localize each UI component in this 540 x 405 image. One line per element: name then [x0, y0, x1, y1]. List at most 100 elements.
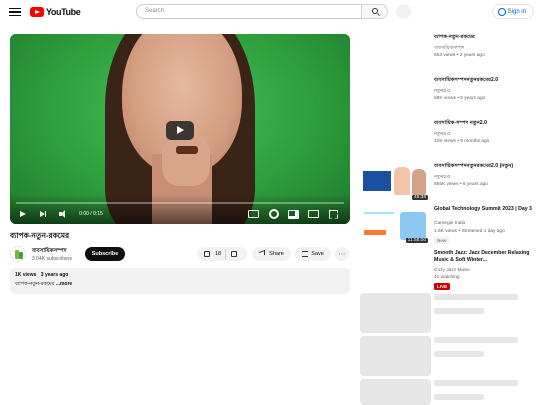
share-button[interactable]: Share — [252, 247, 291, 261]
description-snippet: ব্যাপক-নতুন-রকমের — [15, 281, 55, 287]
recommendation-item[interactable]: ব্যাপক-নতুন-রকমের ব্যবসায়িকসম্পদ 653 vi… — [360, 34, 536, 74]
large-play-button[interactable] — [166, 121, 194, 140]
rec-views: 855K views — [434, 182, 459, 187]
rec-title: Global Technology Summit 2023 | Day 3 — [434, 206, 532, 212]
rec-views: 1.6K views — [434, 229, 458, 234]
rec-channel: নতুন2.0 — [434, 132, 450, 137]
more-actions-button[interactable] — [335, 247, 349, 261]
save-playlist-icon — [302, 251, 308, 257]
upload-age: 3 years ago — [40, 272, 69, 278]
video-frame-chocolate — [176, 146, 198, 154]
miniplayer-icon[interactable] — [288, 208, 299, 220]
time-display: 0:00 / 0:15 — [79, 211, 103, 217]
search-input[interactable]: Search — [136, 4, 362, 19]
rec-meta: 1.6K views • Streamed 1 day ago — [434, 229, 505, 234]
search-button[interactable] — [361, 4, 388, 19]
rec-meta: 855K views • 6 years ago — [434, 182, 488, 187]
thumbs-up-icon[interactable] — [204, 251, 210, 257]
rec-thumbnail-graphic — [400, 212, 426, 240]
thumbs-down-icon[interactable] — [231, 251, 237, 257]
loading-line — [434, 351, 484, 357]
captions-icon[interactable] — [248, 208, 259, 220]
rec-channel: নতুন2.0 — [434, 175, 450, 180]
rec-age: 9 months ago — [460, 139, 490, 144]
progress-bar[interactable] — [16, 202, 344, 204]
rec-meta: 12K views • 9 months ago — [434, 139, 490, 144]
recommendation-item[interactable]: 11:58:00 Global Technology Summit 2023 |… — [360, 206, 536, 246]
recommendation-item[interactable]: ব্যবসায়িকসম্পদনতুনরকমের2.0 নতুন2.0 68K … — [360, 77, 536, 117]
settings-gear-icon[interactable] — [268, 208, 279, 220]
rec-thumbnail-graphic — [364, 222, 390, 224]
rec-thumbnail-graphic — [363, 171, 391, 191]
rec-views: 12K views — [434, 139, 456, 144]
volume-icon[interactable] — [56, 208, 68, 220]
sign-in-button[interactable]: Sign in — [492, 4, 534, 19]
rec-channel: নতুন2.0 — [434, 89, 450, 94]
like-dislike-button[interactable]: 18 — [197, 247, 247, 261]
rec-thumbnail[interactable]: 11:58:00 — [360, 206, 431, 246]
rec-thumbnail-person — [412, 169, 426, 195]
next-icon[interactable] — [38, 208, 48, 220]
rec-thumbnail-graphic — [364, 217, 388, 219]
rec-views: 68K views — [434, 96, 456, 101]
menu-icon[interactable] — [9, 6, 21, 18]
share-label: Share — [269, 251, 284, 257]
save-label: Save — [311, 251, 324, 257]
channel-avatar[interactable] — [10, 246, 26, 262]
play-icon[interactable] — [18, 208, 28, 220]
rec-channel: Cozy Jazz Music — [434, 268, 470, 273]
rec-meta: 68K views • 5 years ago — [434, 96, 486, 101]
video-frame-hand — [162, 134, 210, 186]
rec-channel: ব্যবসায়িকসম্পদ — [434, 46, 465, 51]
duration-badge: 11:58:00 — [405, 238, 428, 243]
fullscreen-icon[interactable] — [328, 208, 339, 220]
loading-line — [434, 294, 518, 300]
rec-meta: 653 views • 2 years ago — [434, 53, 485, 58]
like-count: 18 — [215, 251, 222, 257]
like-divider — [225, 249, 226, 259]
recommendation-item[interactable]: 45:38 ব্যবসায়িকসম্পদনতুনরকমের2.0 (নতুন)… — [360, 163, 536, 203]
user-icon — [498, 8, 506, 16]
loading-line — [434, 380, 518, 386]
loading-line — [434, 308, 484, 314]
live-badge: LIVE — [434, 283, 451, 290]
save-button[interactable]: Save — [295, 247, 331, 261]
rec-title: Smooth Jazz: Jazz December Relaxing Musi… — [434, 250, 530, 263]
rec-thumbnail-person — [394, 167, 410, 195]
more-link[interactable]: ...more — [56, 281, 72, 287]
loading-thumbnail — [360, 336, 431, 376]
rec-watching: 41 watching — [434, 275, 460, 280]
rec-age: 2 years ago — [459, 53, 485, 58]
description-text: ব্যাপক-নতুন-রকমের ...more — [15, 281, 345, 289]
video-meta: 1K views 3 years ago — [15, 272, 345, 278]
duration-badge: 45:38 — [411, 195, 428, 200]
rec-views: 653 views — [434, 53, 456, 58]
description-box[interactable]: 1K views 3 years ago ব্যাপক-নতুন-রকমের .… — [10, 268, 350, 294]
rec-title: ব্যাপক-নতুন-রকমের — [434, 34, 475, 40]
rec-title: ব্যবসায়িকসম্পদনতুনরকমের2.0 — [434, 77, 499, 83]
theater-mode-icon[interactable] — [308, 208, 319, 220]
video-player[interactable]: 0:00 / 0:15 — [10, 34, 350, 224]
subscriber-count: 3.04K subscribers — [32, 256, 73, 262]
rec-title: ব্যবসায়িক-সম্পদ নতুন2.0 — [434, 120, 488, 126]
rec-thumbnail[interactable]: 45:38 — [360, 163, 431, 203]
rec-thumbnail-graphic — [364, 230, 386, 235]
youtube-logo[interactable]: YouTube — [30, 7, 81, 17]
recommendation-item[interactable]: ব্যবসায়িক-সম্পদ নতুন2.0 নতুন2.0 12K vie… — [360, 120, 536, 160]
loading-thumbnail — [360, 293, 431, 333]
view-count: 1K views — [15, 272, 37, 278]
logo-text: YouTube — [46, 7, 81, 17]
youtube-play-logo-icon — [30, 7, 44, 17]
rec-channel: Carnegie India — [434, 221, 466, 226]
voice-search-button[interactable] — [396, 4, 411, 19]
channel-logo-icon-part — [19, 252, 23, 259]
sign-in-label: Sign in — [507, 8, 526, 15]
rec-age: 6 years ago — [462, 182, 488, 187]
share-icon — [259, 249, 265, 258]
video-title: ব্যাপক-নতুন-রকমের — [10, 231, 70, 240]
subscribe-button[interactable]: Subscribe — [85, 247, 125, 261]
loading-line — [434, 394, 484, 400]
recommendation-item[interactable]: Smooth Jazz: Jazz December Relaxing Musi… — [360, 250, 536, 290]
top-header: YouTube Search Sign in — [0, 0, 540, 24]
channel-name[interactable]: ব্যবসায়িকসম্পদ — [32, 248, 67, 256]
